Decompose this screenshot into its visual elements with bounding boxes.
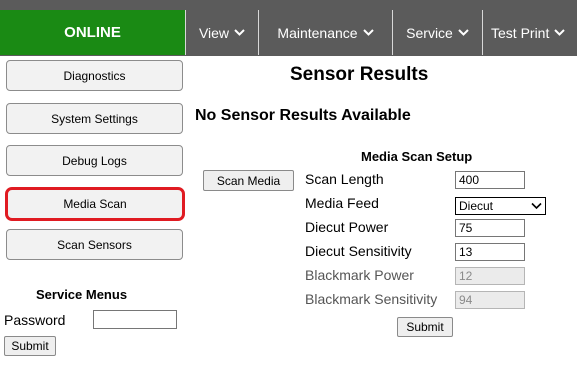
diecut-power-label: Diecut Power (305, 219, 389, 235)
system-settings-button[interactable]: System Settings (6, 103, 183, 134)
nav-menu-view-label: View (198, 24, 230, 41)
media-feed-select[interactable]: Diecut (455, 197, 546, 215)
nav-menu-view[interactable]: View (185, 10, 258, 55)
chevron-down-icon (458, 28, 469, 37)
status-online: ONLINE (0, 10, 185, 55)
chevron-down-icon (531, 199, 542, 213)
blackmark-sensitivity-input: 94 (455, 291, 525, 309)
diecut-power-input[interactable]: 75 (455, 219, 525, 237)
nav-menu-maintenance[interactable]: Maintenance (258, 10, 392, 55)
top-nav-bar: ONLINE View Maintenance Service Test Pri… (0, 0, 577, 56)
chevron-down-icon (362, 28, 374, 37)
scan-media-button[interactable]: Scan Media (203, 170, 294, 191)
page-title: Sensor Results (290, 64, 429, 85)
media-feed-value: Diecut (459, 199, 494, 213)
media-scan-setup-title: Media Scan Setup (361, 149, 473, 164)
service-menus-title: Service Menus (36, 287, 128, 302)
scan-length-label: Scan Length (305, 171, 384, 187)
blackmark-power-label: Blackmark Power (305, 267, 414, 283)
nav-menu-service[interactable]: Service (392, 10, 482, 55)
blackmark-power-input: 12 (455, 267, 525, 285)
diecut-sensitivity-input[interactable]: 13 (455, 243, 525, 261)
nav-menu-service-label: Service (406, 24, 453, 41)
nav-menu-test-print-label: Test Print (491, 24, 550, 41)
nav-menu-maintenance-label: Maintenance (277, 24, 358, 41)
password-label: Password (4, 312, 66, 328)
blackmark-sensitivity-label: Blackmark Sensitivity (305, 291, 438, 307)
nav-menu-test-print[interactable]: Test Print (482, 10, 577, 55)
diagnostics-button[interactable]: Diagnostics (6, 60, 183, 91)
chevron-down-icon (234, 28, 245, 37)
debug-logs-button[interactable]: Debug Logs (6, 145, 183, 176)
password-input[interactable] (93, 310, 177, 329)
no-results-message: No Sensor Results Available (195, 107, 411, 124)
media-scan-submit-button[interactable]: Submit (397, 317, 453, 337)
scan-sensors-button[interactable]: Scan Sensors (6, 229, 183, 260)
service-submit-button[interactable]: Submit (4, 336, 56, 356)
media-scan-button[interactable]: Media Scan (5, 187, 185, 221)
media-feed-label: Media Feed (305, 195, 379, 211)
diecut-sensitivity-label: Diecut Sensitivity (305, 243, 412, 259)
chevron-down-icon (554, 28, 566, 37)
scan-length-input[interactable]: 400 (455, 171, 525, 189)
